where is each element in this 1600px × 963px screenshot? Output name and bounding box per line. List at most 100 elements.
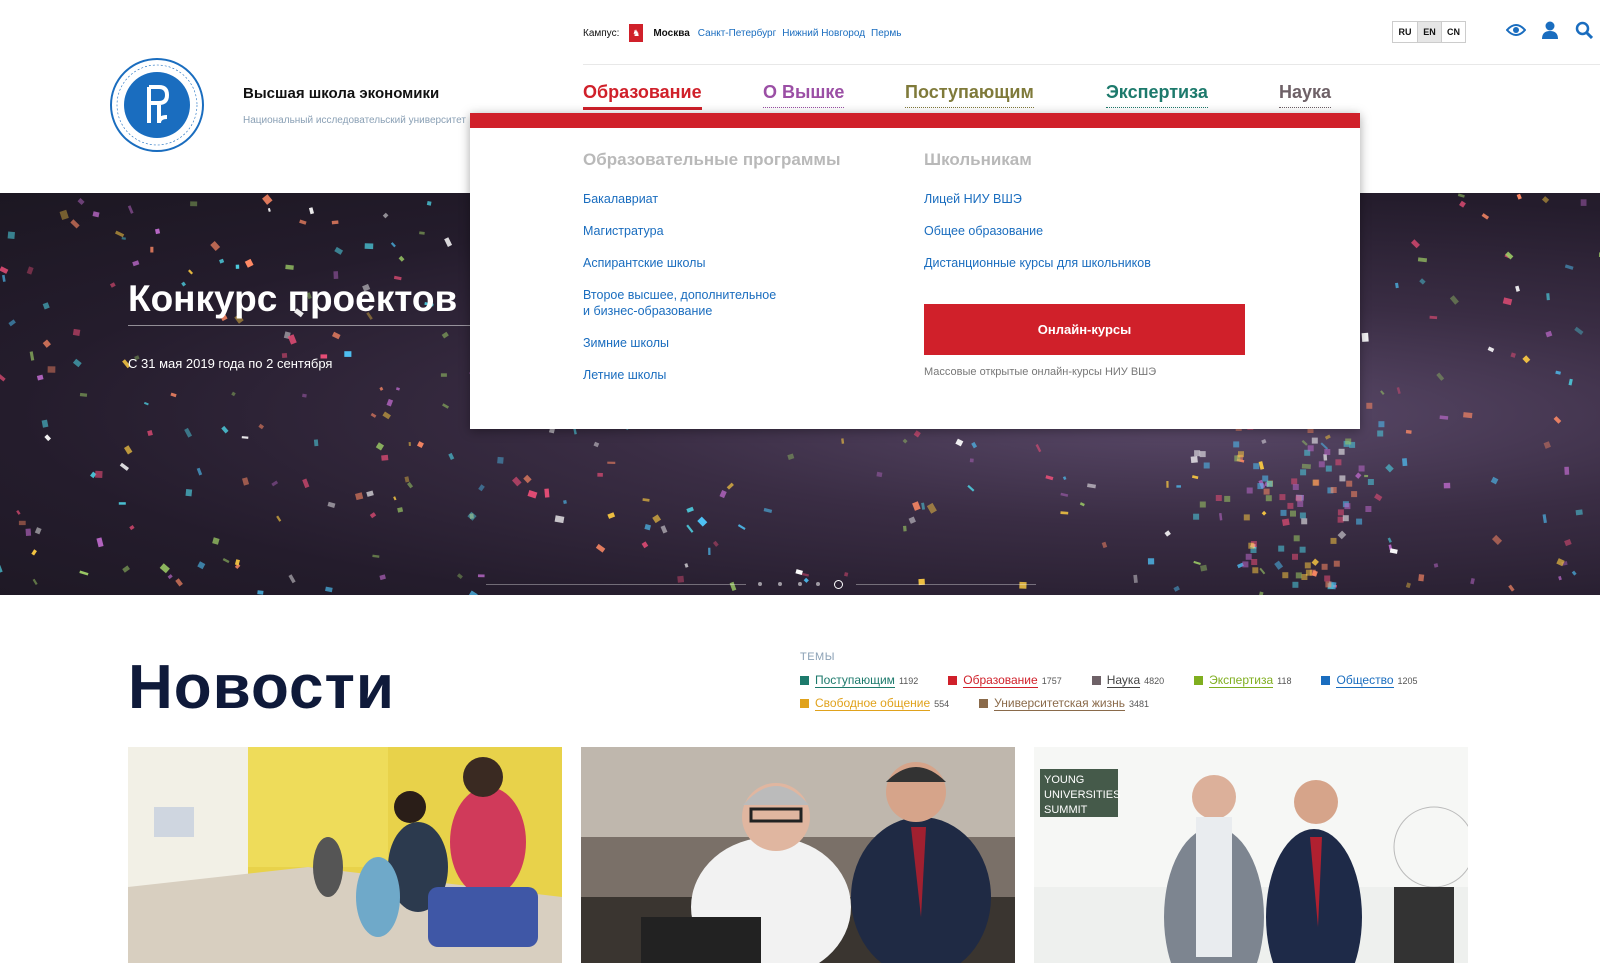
news-topics: ТЕМЫ Поступающим 1192 Образование 1757 Н…: [800, 651, 1480, 719]
link-second-higher-line1[interactable]: Второе высшее, дополнительное: [583, 287, 840, 303]
confetti-piece: [170, 392, 177, 398]
confetti-piece: [41, 419, 49, 428]
confetti-piece: [1259, 567, 1266, 575]
confetti-piece: [95, 470, 103, 478]
confetti-piece: [370, 412, 377, 418]
confetti-piece: [1405, 429, 1412, 434]
nav-science[interactable]: Наука: [1279, 82, 1332, 108]
confetti-piece: [1555, 370, 1561, 375]
confetti-piece: [331, 220, 339, 225]
slider-dot[interactable]: [778, 582, 782, 586]
confetti-piece: [1374, 493, 1383, 502]
news-card-image-2[interactable]: [581, 747, 1015, 963]
mosaic-tile: [1203, 462, 1210, 469]
confetti-piece: [222, 558, 230, 564]
hero-title[interactable]: Конкурс проектов н: [128, 278, 490, 320]
nav-education[interactable]: Образование: [583, 82, 702, 110]
search-icon[interactable]: [1574, 20, 1594, 40]
confetti-piece: [1389, 548, 1398, 554]
topic-free-talk[interactable]: Свободное общение 554: [800, 696, 949, 711]
eye-icon[interactable]: [1506, 20, 1526, 40]
summit-banner-line1: YOUNG: [1044, 774, 1084, 786]
campus-link-nn[interactable]: Нижний Новгород: [782, 28, 865, 39]
slider-dot[interactable]: [798, 582, 802, 586]
brand-title[interactable]: Высшая школа экономики: [243, 85, 439, 102]
confetti-piece: [1508, 584, 1515, 592]
mosaic-tile: [1199, 501, 1206, 508]
confetti-piece: [1543, 441, 1551, 449]
confetti-piece: [197, 561, 206, 570]
confetti-piece: [119, 462, 130, 471]
confetti-piece: [406, 481, 414, 489]
confetti-piece: [955, 438, 964, 447]
lang-en[interactable]: EN: [1417, 22, 1441, 42]
link-lyceum[interactable]: Лицей НИУ ВШЭ: [924, 191, 1151, 207]
topic-university-life[interactable]: Университетская жизнь 3481: [979, 696, 1149, 711]
link-master[interactable]: Магистратура: [583, 223, 840, 239]
mosaic-tile: [1356, 518, 1363, 525]
mosaic-tile: [1345, 438, 1352, 445]
confetti-piece: [196, 467, 203, 476]
confetti-piece: [375, 442, 385, 451]
news-card-image-3[interactable]: YOUNG UNIVERSITIES SUMMIT: [1034, 747, 1468, 963]
mosaic-tile: [1290, 510, 1296, 517]
confetti-piece: [1574, 326, 1584, 335]
topic-society[interactable]: Общество 1205: [1321, 673, 1418, 688]
topic-admissions[interactable]: Поступающим 1192: [800, 673, 918, 688]
link-winter-schools[interactable]: Зимние школы: [583, 335, 840, 351]
mosaic-tile: [1265, 495, 1272, 502]
confetti-piece: [32, 578, 38, 586]
confetti-piece: [244, 258, 254, 268]
confetti-piece: [844, 572, 849, 577]
link-general-education[interactable]: Общее образование: [924, 223, 1151, 239]
confetti-piece: [221, 425, 229, 434]
confetti-piece: [0, 565, 3, 574]
news-card-image-1[interactable]: [128, 747, 562, 963]
mosaic-tile: [1248, 542, 1255, 549]
nav-about[interactable]: О Вышке: [763, 82, 845, 108]
confetti-piece: [468, 590, 478, 595]
hse-logo[interactable]: [109, 57, 205, 153]
confetti-piece: [47, 366, 56, 373]
nav-expertise[interactable]: Экспертиза: [1106, 82, 1208, 108]
mosaic-tile: [1246, 487, 1253, 494]
confetti-piece: [118, 502, 126, 505]
slider-dot-active[interactable]: [834, 580, 843, 589]
campus-link-spb[interactable]: Санкт-Петербург: [698, 28, 776, 39]
confetti-piece: [1564, 264, 1574, 270]
lang-ru[interactable]: RU: [1393, 22, 1417, 42]
slider-dot[interactable]: [758, 582, 762, 586]
mosaic-tile: [1292, 484, 1299, 490]
online-courses-button[interactable]: Онлайн-курсы: [924, 304, 1245, 355]
confetti-piece: [154, 228, 161, 235]
mosaic-tile: [1263, 488, 1270, 495]
confetti-piece: [72, 358, 82, 368]
confetti-piece: [1510, 352, 1516, 358]
user-icon[interactable]: [1540, 20, 1560, 40]
link-phd-schools[interactable]: Аспирантские школы: [583, 255, 840, 271]
nav-admissions[interactable]: Поступающим: [905, 82, 1034, 108]
confetti-piece: [150, 246, 154, 253]
lang-cn[interactable]: CN: [1441, 22, 1465, 42]
confetti-piece: [1219, 512, 1223, 521]
slider-dot[interactable]: [816, 582, 820, 586]
confetti-piece: [686, 524, 694, 533]
topic-education[interactable]: Образование 1757: [948, 673, 1062, 688]
mosaic-tile: [1262, 475, 1269, 482]
mosaic-tile: [1304, 562, 1311, 569]
confetti-piece: [36, 374, 44, 381]
link-distance-courses[interactable]: Дистанционные курсы для школьников: [924, 255, 1151, 271]
confetti-piece: [1449, 295, 1459, 305]
brand-subtitle: Национальный исследовательский университ…: [243, 115, 466, 126]
topics-label: ТЕМЫ: [800, 651, 835, 663]
link-second-higher-line2[interactable]: и бизнес-образование: [583, 303, 840, 319]
confetti-piece: [1396, 387, 1401, 395]
confetti-piece: [1463, 412, 1473, 419]
link-bachelor[interactable]: Бакалавриат: [583, 191, 840, 207]
confetti-piece: [397, 507, 404, 513]
campus-link-perm[interactable]: Пермь: [871, 28, 901, 39]
topic-science[interactable]: Наука 4820: [1091, 673, 1164, 688]
topic-expertise[interactable]: Экспертиза 118: [1194, 673, 1291, 688]
mosaic-tile: [1338, 448, 1345, 455]
link-summer-schools[interactable]: Летние школы: [583, 367, 840, 383]
